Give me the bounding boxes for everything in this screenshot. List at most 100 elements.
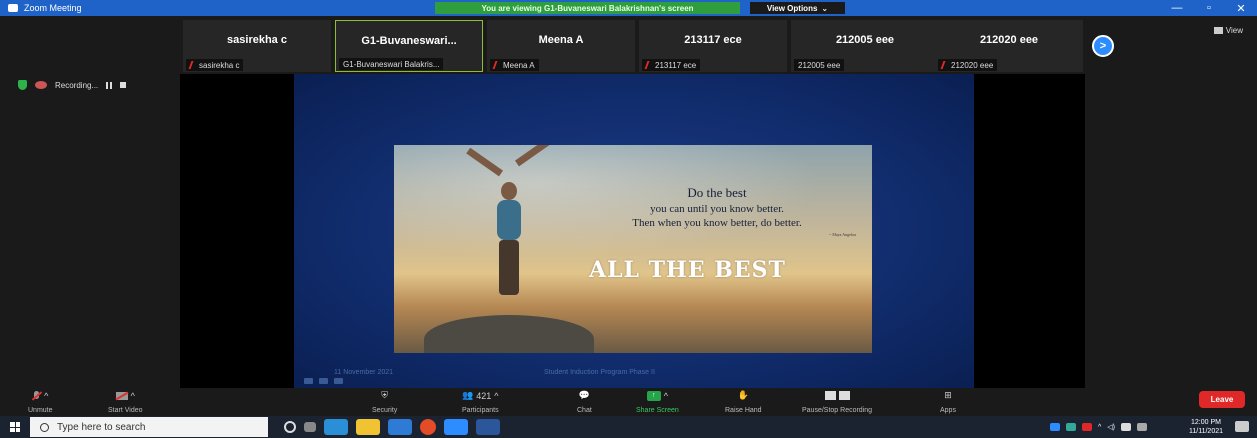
slide-footer-program: Student Induction Program Phase II [544,369,655,376]
caret-icon[interactable]: ^ [494,391,498,401]
slide-menu-icon[interactable] [334,378,343,384]
notification-icon[interactable] [1235,421,1249,432]
participant-label: sasirekha c [199,60,240,70]
recording-label: Recording... [55,80,99,90]
battery-icon[interactable] [1121,423,1131,431]
view-options-label: View Options [766,3,818,13]
participant-label: 213117 ece [655,60,697,70]
restore-button[interactable]: ▫ [1193,0,1225,16]
caret-icon[interactable]: ^ [44,391,48,401]
chat-button[interactable]: 💬 Chat [577,390,592,414]
chat-icon: 💬 [578,390,590,400]
participant-tile[interactable]: Meena A Meena A [487,20,635,72]
close-button[interactable]: ✕ [1225,0,1257,16]
apps-label: Apps [940,407,956,414]
view-label: View [1225,26,1243,35]
word-icon[interactable] [476,419,500,435]
zoom-icon[interactable] [444,419,468,435]
quote-line-3: Then when you know better, do better. [632,217,802,229]
share-screen-icon: ↑ [646,390,661,401]
security-label: Security [372,407,398,414]
participant-tile[interactable]: 213117 ece 213117 ece [639,20,787,72]
view-options-button[interactable]: View Options ⌄ [750,2,845,14]
shield-icon[interactable] [18,80,27,90]
participant-display-name: 212020 eee [979,34,1039,46]
zoom-window: Zoom Meeting You are viewing G1-Buvanesw… [0,0,1257,438]
participant-display-name: 212005 eee [835,34,895,46]
mic-muted-icon [644,61,654,69]
chevron-up-icon[interactable]: ^ [1098,424,1101,431]
participant-name-tag: 212020 eee [938,59,998,71]
start-button[interactable] [0,416,30,438]
person-image [466,145,552,310]
taskbar-search[interactable]: Type here to search [30,417,268,437]
raise-hand-button[interactable]: ✋ Raise Hand [725,390,762,414]
slide-prev-icon[interactable] [304,378,313,384]
viewing-screen-banner: You are viewing G1-Buvaneswari Balakrish… [435,2,740,14]
participant-tile-active-speaker[interactable]: G1-Buvaneswari... G1-Buvaneswari Balakri… [335,20,483,72]
network-icon[interactable] [1065,423,1076,431]
file-explorer-icon[interactable] [356,419,380,435]
slide-photo: Do the best you can until you know bette… [394,145,872,353]
window-title: Zoom Meeting [24,3,82,13]
participant-display-name: Meena A [538,34,584,46]
leave-button[interactable]: Leave [1199,391,1245,408]
unmute-label: Unmute [28,407,53,414]
mic-muted-icon [940,61,950,69]
zoom-tray-icon[interactable] [1049,423,1060,431]
minimize-button[interactable]: — [1161,0,1193,16]
clock-date: 11/11/2021 [1189,428,1223,435]
raise-hand-icon: ✋ [737,390,749,400]
shield-icon: ⛨ [381,390,389,400]
caret-icon[interactable]: ^ [131,391,135,401]
participant-name-tag: 213117 ece [642,59,701,71]
slide-tools [304,378,343,384]
participant-tile[interactable]: 212020 eee 212020 eee [935,20,1083,72]
pause-stop-recording-button[interactable]: Pause/Stop Recording [802,390,872,414]
participant-strip: sasirekha c sasirekha c G1-Buvaneswari..… [0,16,1257,74]
participant-display-name: G1-Buvaneswari... [361,35,457,47]
mic-muted-icon [188,61,198,69]
quote-line-1: Do the best [687,185,747,200]
cortana-icon[interactable] [284,421,296,433]
grid-view-icon [1213,27,1223,34]
edge-icon[interactable] [324,419,348,435]
mic-muted-icon [492,61,502,69]
volume-icon[interactable]: ◁) [1107,423,1115,431]
rock-image [424,315,594,353]
next-page-button[interactable]: > [1092,35,1114,57]
pause-recording-icon[interactable] [106,81,113,89]
security-button[interactable]: ⛨ Security [372,390,397,414]
chevron-down-icon: ⌄ [821,3,829,13]
pen-icon[interactable] [319,378,328,384]
task-view-icon[interactable] [304,422,316,432]
participants-icon: 👥 [462,390,474,400]
participant-name-tag: Meena A [490,59,539,71]
participant-tile[interactable]: 212005 eee 212005 eee [791,20,939,72]
title-bar: Zoom Meeting You are viewing G1-Buvanesw… [0,0,1257,16]
share-screen-label: Share Screen [636,407,679,414]
app-tray-icon[interactable] [1081,423,1092,431]
keyboard-icon[interactable] [1137,423,1147,431]
clock-time: 12:00 PM [1191,419,1221,426]
view-button[interactable]: View [1213,26,1243,35]
apps-button[interactable]: ⊞ Apps [940,390,956,414]
windows-taskbar: Type here to search ^ ◁) 12:00 PM 11/11/… [0,416,1257,438]
start-video-label: Start Video [108,407,143,414]
caret-icon[interactable]: ^ [664,391,668,401]
share-screen-button[interactable]: ↑ ^ Share Screen [636,390,679,414]
system-tray: ^ ◁) [1049,416,1147,438]
stop-recording-icon[interactable] [120,82,127,88]
store-icon[interactable] [388,419,412,435]
participant-tile[interactable]: sasirekha c sasirekha c [183,20,331,72]
presentation-slide: Do the best you can until you know bette… [294,74,974,388]
start-video-button[interactable]: ^ Start Video [108,390,143,415]
participants-button[interactable]: 👥 421 ^ Participants [462,390,499,414]
search-icon [40,422,49,432]
chrome-icon[interactable] [420,419,436,435]
recording-icon [35,81,47,89]
participant-display-name: sasirekha c [227,34,287,46]
chat-label: Chat [577,407,592,414]
unmute-button[interactable]: ^ Unmute [28,390,53,414]
taskbar-clock[interactable]: 12:00 PM 11/11/2021 [1189,418,1223,436]
